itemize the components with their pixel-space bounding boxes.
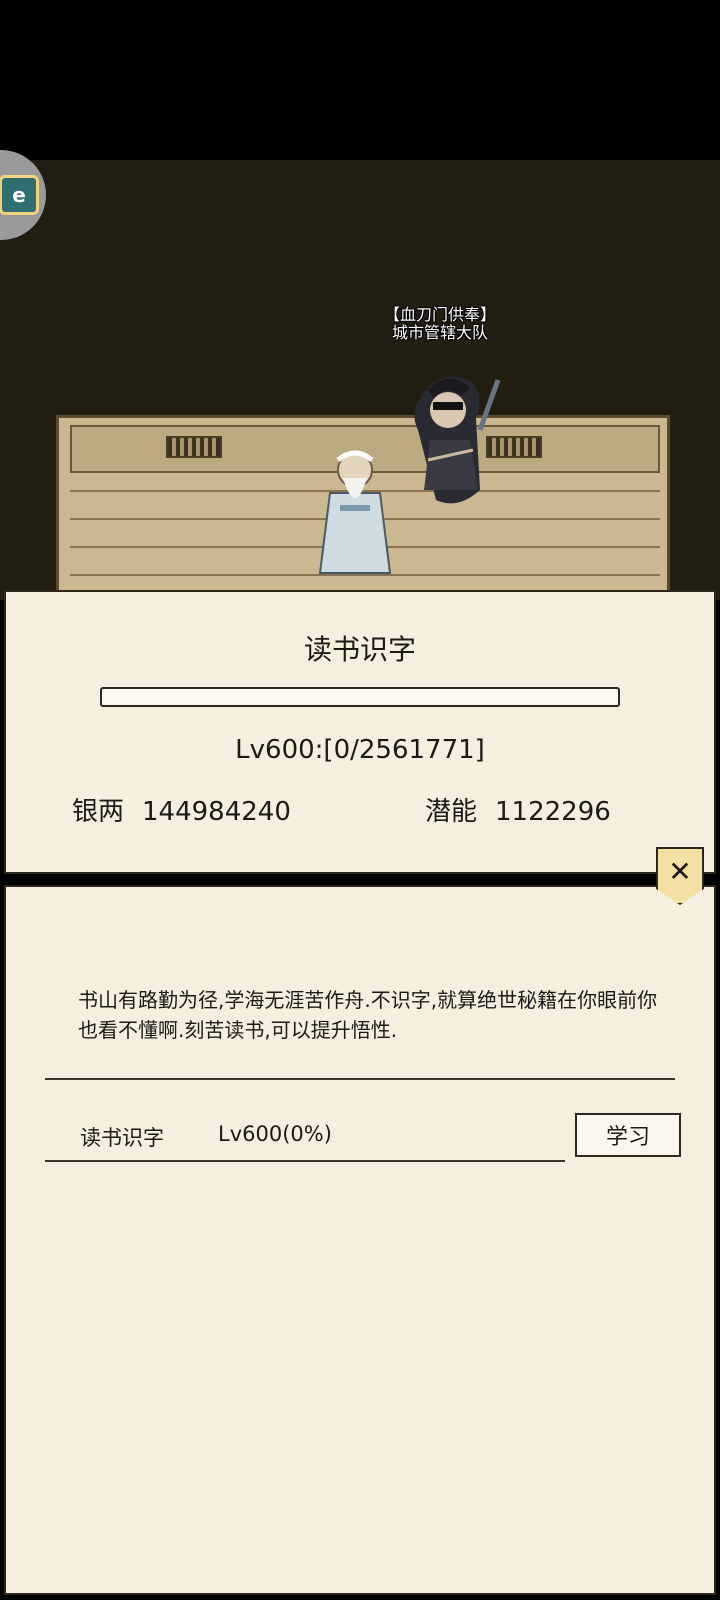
character-name-tag: 【血刀门供奉】 城市管辖大队 [370,306,510,342]
skill-level-progress-text: Lv600:[0/2561771] [235,735,485,765]
skill-progress-bar [100,687,620,707]
player-character[interactable] [398,370,508,520]
silver-value: 144984240 [142,797,291,827]
skill-row-name: 读书识字 [80,1126,164,1150]
skill-description: 书山有路勤为径,学海无涯苦作舟.不识字,就算绝世秘籍在你眼前你也看不懂啊.刻苦读… [78,988,658,1042]
divider [45,1078,675,1080]
silver-stat: 银两 144984240 [72,791,291,828]
potential-stat: 潜能 1122296 [425,791,611,828]
character-title: 【血刀门供奉】 [383,305,496,324]
skill-title: 读书识字 [303,633,416,666]
sage-npc-character[interactable] [310,438,400,578]
wall-vent [166,436,222,458]
close-icon: ✕ [668,855,692,888]
character-name: 城市管辖大队 [391,323,488,342]
learn-button[interactable]: 学习 [575,1113,681,1157]
divider [45,1160,565,1162]
potential-label: 潜能 [425,797,478,827]
app-shortcut-icon: e [0,175,39,215]
skill-row-level: Lv600(0%) [218,1122,332,1146]
silver-label: 银两 [72,797,125,827]
potential-value: 1122296 [495,797,611,827]
